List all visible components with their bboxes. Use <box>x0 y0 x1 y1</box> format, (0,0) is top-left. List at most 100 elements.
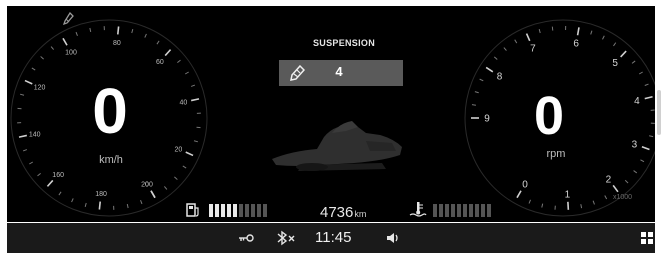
tachometer-tick-label: 2 <box>606 174 612 185</box>
tachometer-minor-tick <box>471 104 477 106</box>
tachometer-minor-tick <box>592 200 595 205</box>
speedometer-tick-label: 60 <box>156 59 164 66</box>
key-icon[interactable] <box>238 232 254 244</box>
speedometer-minor-tick <box>126 203 129 209</box>
tachometer-minor-tick <box>503 47 507 51</box>
bar-segment <box>227 204 231 217</box>
suspension-selector[interactable]: 4 <box>279 60 403 86</box>
rpm-unit: rpm <box>546 148 566 160</box>
tachometer-minor-tick <box>590 30 593 35</box>
speedometer-minor-tick <box>20 93 25 96</box>
speedometer-minor-tick <box>84 202 87 207</box>
bar-segment <box>221 204 225 217</box>
speedometer-minor-tick <box>190 84 196 87</box>
speedometer-minor-tick <box>156 40 160 45</box>
speedometer-minor-tick <box>174 176 178 180</box>
tachometer-minor-tick <box>604 195 608 200</box>
grid-menu-icon[interactable] <box>641 232 653 244</box>
bar-segment <box>439 204 443 217</box>
tachometer-tick-label: 1 <box>565 189 571 200</box>
tachometer-tick-label: 3 <box>632 139 638 150</box>
tachometer-major-tick <box>525 33 531 42</box>
tachometer-minor-tick <box>538 29 541 34</box>
speedometer-major-tick <box>164 49 172 57</box>
tachometer-minor-tick <box>640 159 645 163</box>
snowmobile-image <box>272 121 402 171</box>
bar-segment <box>469 204 473 217</box>
speedometer-tick-label: 200 <box>141 181 153 188</box>
fuel-level-bar <box>209 204 269 217</box>
suspension-level: 4 <box>335 64 343 79</box>
bar-segment <box>451 204 455 217</box>
tachometer-major-tick <box>576 27 580 36</box>
scroll-indicator <box>657 90 661 135</box>
tachometer-tick-label: 8 <box>497 72 503 83</box>
odometer: 4736km <box>320 204 366 221</box>
speedometer-minor-tick <box>177 59 181 64</box>
tachometer-minor-tick <box>479 78 484 82</box>
tachometer-minor-tick <box>528 199 531 204</box>
speedometer-minor-tick <box>37 172 41 177</box>
clock: 11:45 <box>315 229 352 246</box>
dashboard-frame: 0 20 40 60 80 100 120 140 160 180 200 0 1 2 3 4 5 6 7 8 9 0… <box>0 0 662 253</box>
speedometer-minor-tick <box>58 191 62 196</box>
speedometer-minor-tick <box>22 149 28 152</box>
bar-segment <box>245 204 249 217</box>
speedometer-minor-tick <box>144 33 147 38</box>
rpm-value: 0 <box>533 86 565 146</box>
bar-segment <box>463 204 467 217</box>
tachometer-minor-tick <box>633 170 638 174</box>
tachometer-major-tick <box>644 96 653 100</box>
bluetooth-off-icon[interactable] <box>275 230 297 246</box>
tachometer-tick-label: 6 <box>573 39 579 50</box>
speedometer-major-tick <box>150 190 156 199</box>
tachometer-minor-tick <box>631 60 636 64</box>
tachometer-minor-tick <box>493 56 498 60</box>
speedometer-major-tick <box>24 79 33 85</box>
speed-value: 0 <box>92 75 128 147</box>
coolant-temperature-icon <box>409 202 427 217</box>
bar-segment <box>445 204 449 217</box>
tachometer-minor-tick <box>602 35 605 40</box>
speedometer-major-tick <box>190 98 200 102</box>
speedometer-major-tick <box>185 151 194 157</box>
suspension-icon <box>290 65 305 81</box>
bar-segment <box>487 204 491 217</box>
speedometer-major-tick <box>98 201 102 210</box>
speedometer-major-tick <box>46 179 54 187</box>
bar-segment <box>433 204 437 217</box>
speedometer-minor-tick <box>75 31 78 37</box>
volume-icon[interactable] <box>385 231 401 245</box>
status-bar: 11:45 <box>7 223 655 253</box>
tachometer-major-tick <box>485 66 494 73</box>
speed-unit: km/h <box>99 154 123 166</box>
odometer-unit: km <box>354 209 367 219</box>
odometer-value: 4736 <box>320 204 354 221</box>
bar-segment <box>475 204 479 217</box>
tachometer-minor-tick <box>514 39 518 44</box>
tachometer-minor-tick <box>580 204 583 209</box>
tachometer-minor-tick <box>649 135 654 138</box>
tachometer-major-tick <box>641 145 650 151</box>
speedometer-tick-label: 100 <box>65 50 77 57</box>
bar-segment <box>251 204 255 217</box>
speedometer-minor-tick <box>131 29 134 34</box>
speedometer-tick-label: 80 <box>113 40 121 47</box>
tachometer-tick-label: 0 <box>522 179 528 190</box>
tachometer-minor-tick <box>644 83 649 86</box>
speedometer-minor-tick <box>31 67 36 71</box>
tachometer-minor-tick <box>474 91 479 94</box>
tachometer-minor-tick <box>624 179 629 184</box>
speedometer-tick-label: 20 <box>175 146 183 153</box>
rpm-multiplier: x1000 <box>613 194 633 201</box>
bar-segment <box>481 204 485 217</box>
speedometer-tick-label: 120 <box>34 85 46 92</box>
speedometer-minor-tick <box>71 198 74 203</box>
coolant-level-bar <box>433 204 493 217</box>
tachometer-minor-tick <box>613 42 617 47</box>
bar-segment <box>263 204 267 217</box>
speedometer-tick-label: 180 <box>95 191 107 198</box>
bar-segment <box>233 204 237 217</box>
bar-segment <box>215 204 219 217</box>
speedometer-minor-tick <box>182 165 187 169</box>
